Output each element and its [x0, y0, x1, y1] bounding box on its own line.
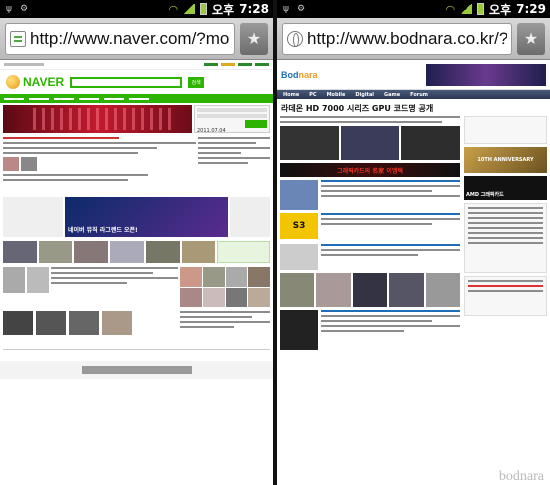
clock-time: 7:29 — [516, 2, 546, 16]
login-button[interactable] — [245, 120, 267, 128]
anniversary-badge[interactable]: 10TH ANNIVERSARY — [464, 147, 547, 173]
bottom-photos[interactable] — [3, 311, 178, 347]
naver-search-button[interactable]: 검색 — [188, 76, 205, 88]
naver-ball-icon — [6, 75, 20, 89]
naver-search-input[interactable] — [70, 76, 183, 88]
clock-prefix: 오후 — [489, 2, 512, 17]
product-images[interactable] — [280, 126, 461, 160]
battery-icon — [477, 3, 485, 15]
usb-icon: ψ — [283, 4, 289, 14]
date-label: 2011.07.04 — [197, 128, 226, 134]
nav-item[interactable]: Game — [384, 92, 400, 98]
clock-time: 7:28 — [239, 2, 269, 16]
address-field[interactable]: http://www.naver.com/?mo… — [5, 22, 235, 55]
right-column — [198, 137, 270, 193]
bodnara-logo[interactable]: Bodnara — [281, 70, 318, 80]
naver-top-nav — [0, 60, 273, 70]
url-bar: http://www.naver.com/?mo… ★ — [0, 18, 273, 60]
usb-debug-icon: ⚙ — [296, 4, 306, 14]
emtek-banner[interactable]: 그래픽카드의 名家 이엠텍 — [280, 163, 460, 177]
article-thumb[interactable] — [280, 180, 318, 210]
usb-debug-icon: ⚙ — [19, 4, 29, 14]
amd-ad[interactable]: AMD 그래픽카드 — [464, 176, 547, 200]
nav-item[interactable]: Mobile — [327, 92, 346, 98]
nav-item[interactable]: PC — [309, 92, 316, 98]
status-bar-right: ψ ⚙ ◠ 오후 7:29 — [277, 0, 550, 18]
url-text: http://www.naver.com/?mo… — [30, 28, 230, 48]
bodnara-page[interactable]: Bodnara Home PC Mobile Digital Game Foru… — [277, 60, 550, 485]
main-column: 그래픽카드의 名家 이엠텍 S3 — [280, 116, 461, 350]
usb-icon: ψ — [6, 4, 12, 14]
bookmark-star-icon: ★ — [523, 29, 539, 48]
sidebar: 10TH ANNIVERSARY AMD 그래픽카드 — [464, 116, 547, 350]
signal-icon — [183, 4, 196, 14]
top-banner-ad[interactable] — [426, 63, 546, 86]
naver-music-promo[interactable]: 네이버 뮤직 라그랜드 오픈! — [65, 197, 228, 237]
clock-prefix: 오후 — [212, 2, 235, 17]
ranking-box[interactable] — [464, 203, 547, 273]
naver-favicon-icon — [10, 30, 26, 47]
phone-left: ψ ⚙ ◠ 오후 7:28 http://www.naver.com/?mo… … — [0, 0, 273, 485]
globe-icon — [287, 30, 303, 47]
naver-footer — [3, 349, 270, 361]
s3-graphics-logo[interactable]: S3 — [280, 213, 318, 239]
nav-item[interactable]: Forum — [410, 92, 428, 98]
news-photos[interactable] — [3, 267, 178, 307]
naver-page[interactable]: NAVER 검색 2011.07.04 네이버 뮤직 라그랜드 오픈! — [0, 60, 273, 485]
naver-header: NAVER 검색 — [0, 70, 273, 94]
photo-gallery[interactable] — [280, 273, 461, 307]
shopping-grid[interactable] — [180, 267, 270, 307]
sidebar-list[interactable] — [3, 197, 63, 237]
news-list[interactable] — [3, 137, 196, 193]
url-text: http://www.bodnara.co.kr/?… — [307, 28, 507, 48]
watermark: bodnara — [498, 469, 544, 484]
search-box[interactable] — [464, 276, 547, 316]
battery-icon — [200, 3, 208, 15]
bodnara-header: Bodnara — [277, 60, 550, 90]
signal-icon — [460, 4, 473, 14]
bodnara-nav[interactable]: Home PC Mobile Digital Game Forum — [277, 90, 550, 99]
photo-strip[interactable] — [0, 239, 273, 265]
music-banner[interactable] — [3, 105, 192, 133]
phone-thumb[interactable] — [280, 310, 318, 350]
wifi-icon: ◠ — [445, 2, 456, 16]
address-field[interactable]: http://www.bodnara.co.kr/?… — [282, 22, 512, 55]
article-headline[interactable]: 라데온 HD 7000 시리즈 GPU 코드명 공개 — [277, 99, 550, 116]
nav-item[interactable]: Digital — [355, 92, 374, 98]
login-box[interactable]: 2011.07.04 — [194, 105, 270, 134]
nav-item[interactable]: Home — [283, 92, 299, 98]
status-bar-left: ψ ⚙ ◠ 오후 7:28 — [0, 0, 273, 18]
bookmark-button[interactable]: ★ — [240, 22, 268, 55]
article-thumb[interactable] — [280, 244, 318, 270]
url-bar: http://www.bodnara.co.kr/?… ★ — [277, 18, 550, 60]
bookmark-star-icon: ★ — [246, 29, 262, 48]
wifi-icon: ◠ — [168, 2, 179, 16]
dual-screenshot: ψ ⚙ ◠ 오후 7:28 http://www.naver.com/?mo… … — [0, 0, 550, 485]
login-panel[interactable] — [464, 116, 547, 144]
bookmark-button[interactable]: ★ — [517, 22, 545, 55]
naver-menu-bar[interactable] — [0, 94, 273, 103]
phone-right: ψ ⚙ ◠ 오후 7:29 http://www.bodnara.co.kr/?… — [277, 0, 550, 485]
naver-logo[interactable]: NAVER — [6, 75, 64, 89]
